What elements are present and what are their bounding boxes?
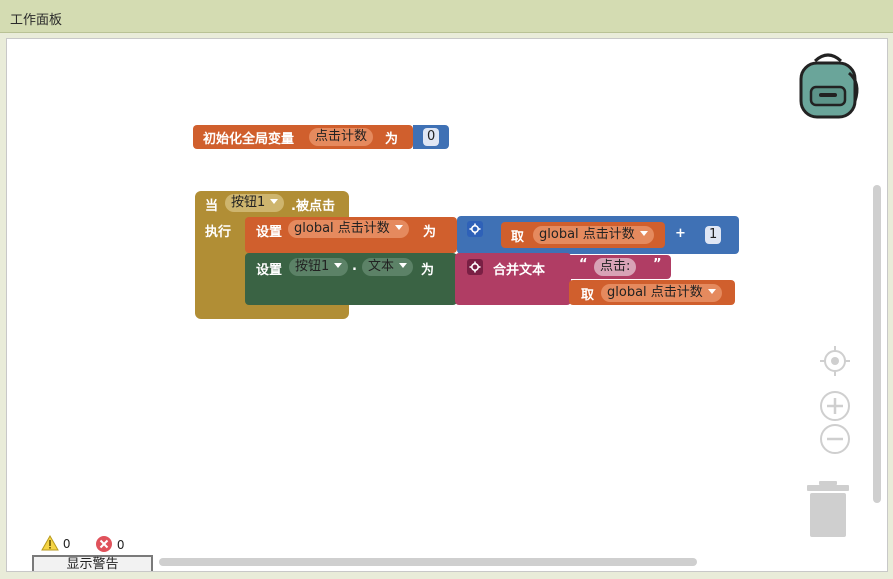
add-number-field[interactable]: 1 [705, 226, 722, 244]
show-warnings-button[interactable]: 显示警告 [32, 555, 153, 571]
panel-title: 工作面板 [10, 13, 63, 28]
join-label: 合并文本 [493, 263, 546, 278]
warning-triangle-icon [41, 534, 59, 551]
event-name-label: .被点击 [291, 199, 335, 214]
do-label: 执行 [205, 225, 232, 240]
property-component-dropdown[interactable]: 按钮1 [289, 258, 349, 276]
text-string-block[interactable]: “ 点击: ” [567, 255, 671, 279]
recenter-icon[interactable] [819, 345, 851, 377]
panel-titlebar: 工作面板 [0, 0, 893, 33]
set-variable-dropdown[interactable]: global 点击计数 [288, 220, 409, 238]
mutator-gear-icon[interactable] [467, 221, 483, 237]
init-to-label: 为 [385, 132, 399, 147]
number-field[interactable]: 0 [423, 128, 440, 146]
init-global-label: 初始化全局变量 [203, 132, 295, 147]
variable-name-field[interactable]: 点击计数 [309, 128, 374, 146]
set-property-label: 设置 [256, 263, 283, 278]
text-string-field[interactable]: 点击: [594, 258, 637, 276]
property-dot-label: . [352, 259, 357, 274]
get-variable-block-2[interactable]: 取 global 点击计数 [569, 280, 735, 305]
quote-close-label: ” [653, 257, 662, 272]
get-label-2: 取 [581, 288, 595, 303]
get-variable-block[interactable]: 取 global 点击计数 [501, 222, 665, 248]
warning-count: 0 [62, 537, 71, 551]
property-to-label: 为 [421, 263, 435, 278]
set-label: 设置 [256, 225, 283, 240]
quote-open-label: “ [579, 257, 588, 272]
set-variable-block[interactable]: 设置 global 点击计数 为 [245, 217, 457, 253]
get-variable-dropdown-2[interactable]: global 点击计数 [601, 284, 722, 302]
property-dropdown[interactable]: 文本 [362, 258, 414, 276]
zoom-in-icon[interactable] [819, 390, 851, 422]
join-mutator-gear-icon[interactable] [467, 259, 483, 275]
blocks-workspace[interactable]: 初始化全局变量 点击计数 为 0 当 按钮1 .被点击 执行 设置 global… [6, 38, 888, 572]
get-variable-dropdown[interactable]: global 点击计数 [533, 226, 654, 244]
set-to-label: 为 [423, 225, 437, 240]
plus-operator-label: + [675, 226, 686, 241]
horizontal-scrollbar[interactable] [159, 558, 697, 566]
backpack-icon[interactable] [793, 51, 863, 121]
trash-icon[interactable] [805, 481, 851, 539]
join-text-block[interactable]: 合并文本 [455, 253, 571, 305]
set-property-block[interactable]: 设置 按钮1 . 文本 为 [245, 253, 457, 305]
zoom-out-icon[interactable] [819, 423, 851, 455]
init-global-block[interactable]: 初始化全局变量 点击计数 为 [193, 125, 413, 149]
error-circle-icon [96, 536, 112, 552]
error-indicator: 0 [95, 535, 124, 553]
error-count: 0 [116, 538, 125, 552]
component-dropdown[interactable]: 按钮1 [225, 194, 285, 212]
warning-indicator: 0 [41, 534, 71, 551]
vertical-scrollbar[interactable] [873, 185, 881, 503]
when-label: 当 [205, 199, 219, 214]
get-label: 取 [511, 230, 525, 245]
number-block[interactable]: 0 [413, 125, 449, 149]
